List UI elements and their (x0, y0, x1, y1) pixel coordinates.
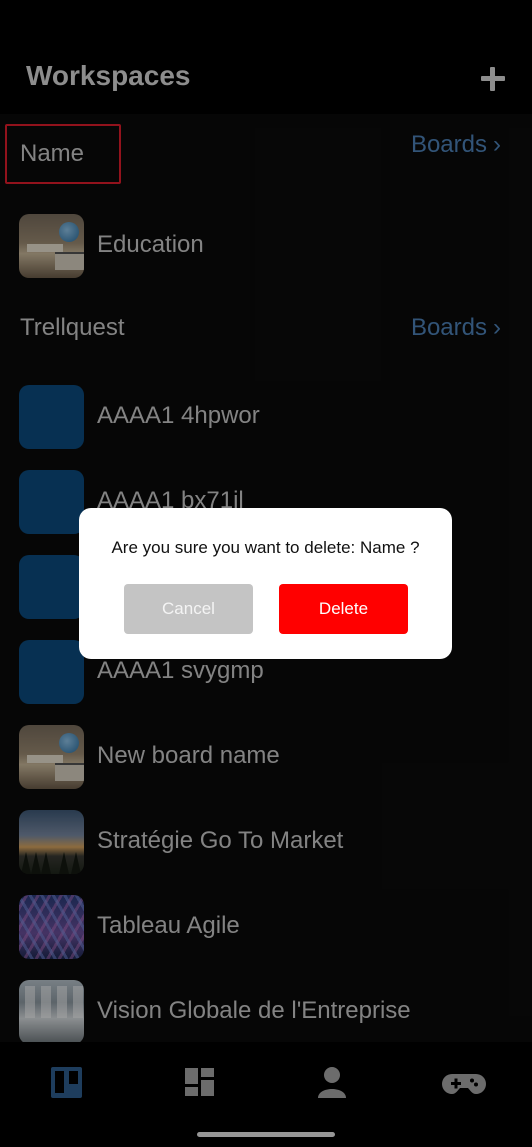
delete-confirm-dialog: Are you sure you want to delete: Name ? … (79, 508, 452, 659)
cancel-button[interactable]: Cancel (124, 584, 253, 634)
screen: Workspaces Name Boards › Education Trellq… (0, 0, 532, 1147)
dialog-message: Are you sure you want to delete: Name ? (111, 538, 420, 557)
delete-button[interactable]: Delete (279, 584, 408, 634)
